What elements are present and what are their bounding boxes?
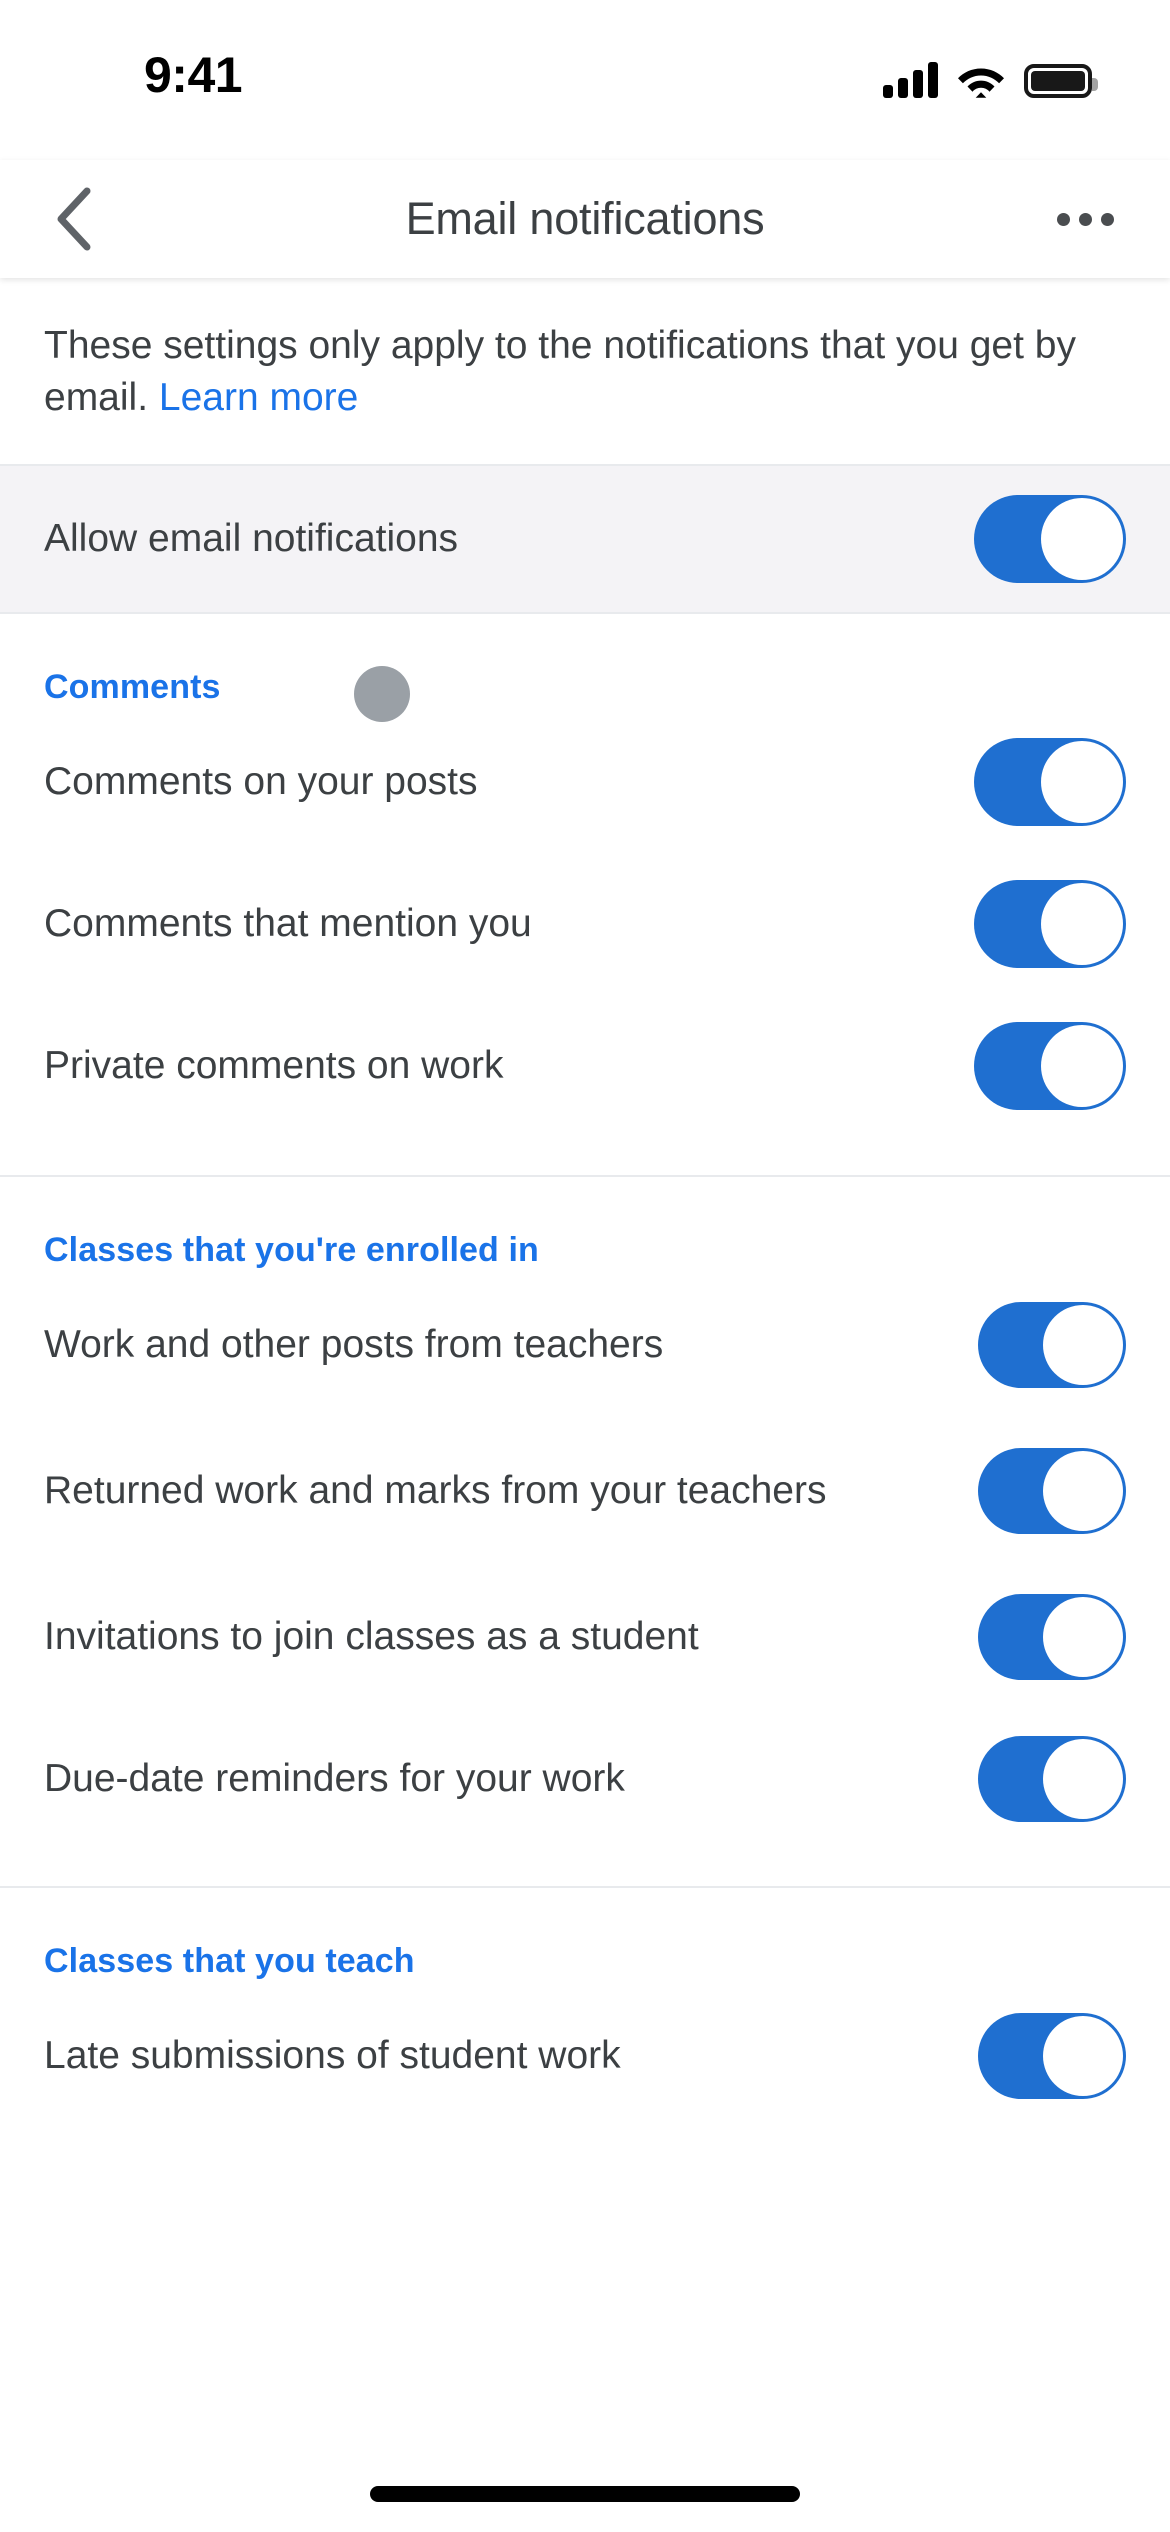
toggle-knob [1043,1304,1123,1385]
intro-description: These settings only apply to the notific… [0,278,1170,466]
row-label: Invitations to join classes as a student [44,1614,699,1658]
touch-point-indicator [354,666,410,722]
row-allow-email-notifications[interactable]: Allow email notifications [0,465,1170,612]
toggle-knob [1041,1024,1123,1107]
status-bar-icons [883,52,1098,98]
row-late-submissions-of-student-work[interactable]: Late submissions of student work [0,1985,1170,2127]
section-title: Classes that you teach [44,1941,415,1980]
toggle-knob [1041,882,1123,965]
app-bar: Email notifications [0,160,1170,278]
home-indicator[interactable] [370,2486,800,2502]
row-comments-that-mention-you[interactable]: Comments that mention you [0,853,1170,995]
section-comments: Comments Comments on your posts Comments… [0,614,1170,1137]
section-classes-enrolled: Classes that you're enrolled in Work and… [0,1177,1170,1850]
status-bar-time: 9:41 [144,47,243,103]
toggle-knob [1043,1738,1123,1819]
toggle-private-comments-on-work[interactable] [974,1021,1126,1110]
section-classes-you-teach: Classes that you teach Late submissions … [0,1888,1170,2127]
row-label: Work and other posts from teachers [44,1322,664,1366]
row-work-and-other-posts-from-teachers[interactable]: Work and other posts from teachers [0,1274,1170,1416]
row-label: Returned work and marks from your teache… [44,1468,827,1512]
row-returned-work-and-marks[interactable]: Returned work and marks from your teache… [0,1416,1170,1566]
learn-more-link[interactable]: Learn more [159,376,358,419]
toggle-knob [1041,740,1123,823]
toggle-knob [1041,497,1123,580]
row-private-comments-on-work[interactable]: Private comments on work [0,995,1170,1137]
toggle-late-submissions-of-student-work[interactable] [978,2012,1126,2099]
row-label: Comments that mention you [44,901,532,945]
toggle-allow-email-notifications[interactable] [974,494,1126,583]
toggle-knob [1043,1596,1123,1677]
battery-full-icon [1024,64,1098,98]
toggle-comments-on-your-posts[interactable] [974,737,1126,826]
phone-screen: 9:41 Email notifications These settings … [0,0,1170,2532]
wifi-icon [958,62,1004,98]
overflow-menu-button[interactable] [1048,182,1122,256]
settings-list: These settings only apply to the notific… [0,278,1170,2532]
row-label: Due-date reminders for your work [44,1756,625,1800]
section-title: Classes that you're enrolled in [44,1230,539,1269]
row-invitations-to-join-classes[interactable]: Invitations to join classes as a student [0,1566,1170,1708]
toggle-returned-work-and-marks[interactable] [978,1447,1126,1534]
toggle-due-date-reminders[interactable] [978,1735,1126,1822]
status-bar: 9:41 [0,0,1170,160]
toggle-knob [1043,1450,1123,1531]
row-label: Private comments on work [44,1043,504,1087]
toggle-work-and-other-posts-from-teachers[interactable] [978,1301,1126,1388]
row-label: Comments on your posts [44,759,478,803]
row-label: Late submissions of student work [44,2033,621,2077]
row-due-date-reminders[interactable]: Due-date reminders for your work [0,1708,1170,1850]
row-label: Allow email notifications [44,516,459,560]
toggle-comments-that-mention-you[interactable] [974,879,1126,968]
cellular-signal-icon [883,62,938,98]
section-title: Comments [44,667,221,706]
toggle-knob [1043,2015,1123,2096]
toggle-invitations-to-join-classes[interactable] [978,1593,1126,1680]
row-comments-on-your-posts[interactable]: Comments on your posts [0,711,1170,853]
more-options-icon [1056,212,1114,226]
page-title: Email notifications [405,193,765,244]
